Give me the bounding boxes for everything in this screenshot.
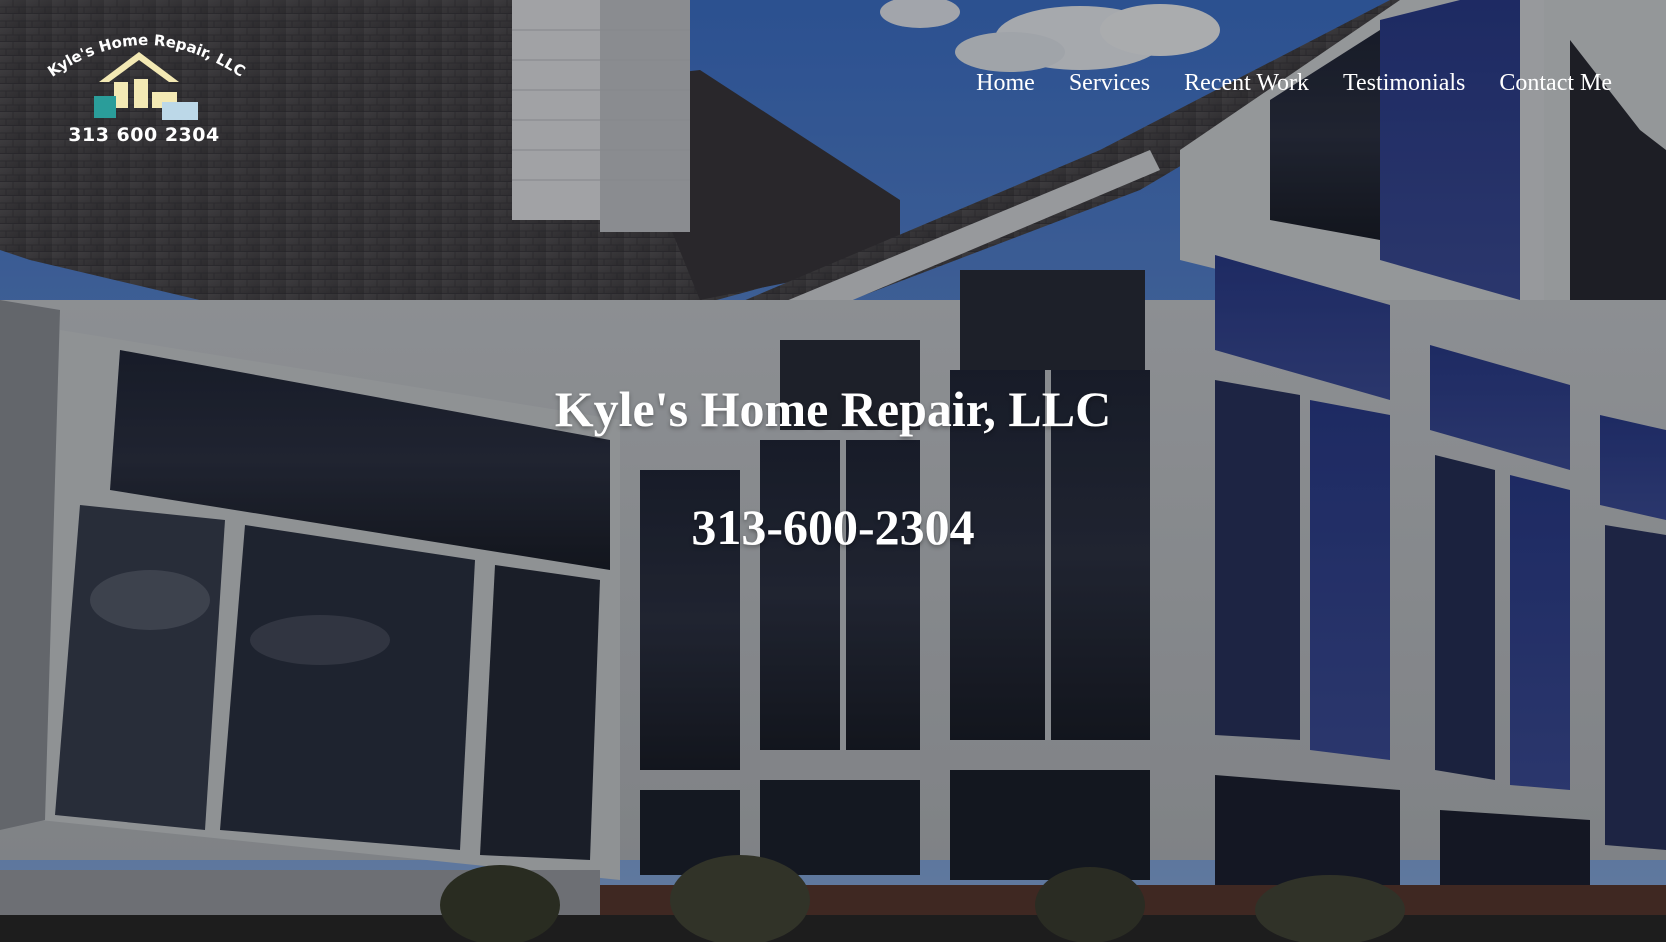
logo-arc-text: Kyle's Home Repair, LLC xyxy=(44,31,248,81)
main-nav: Home Services Recent Work Testimonials C… xyxy=(959,70,1612,97)
logo-mark: Kyle's Home Repair, LLC xyxy=(44,31,248,120)
company-logo[interactable]: Kyle's Home Repair, LLC 313 600 2304 xyxy=(44,24,254,154)
hero-section: Kyle's Home Repair, LLC 313 600 2304 Hom… xyxy=(0,0,1666,942)
nav-home[interactable]: Home xyxy=(959,70,1052,97)
logo-phone: 313 600 2304 xyxy=(68,124,220,146)
nav-recent-work[interactable]: Recent Work xyxy=(1167,70,1326,97)
hero-phone[interactable]: 313-600-2304 xyxy=(0,498,1666,556)
nav-testimonials[interactable]: Testimonials xyxy=(1326,70,1482,97)
nav-contact-me[interactable]: Contact Me xyxy=(1482,70,1612,97)
hero-title: Kyle's Home Repair, LLC xyxy=(554,381,1112,437)
nav-services[interactable]: Services xyxy=(1052,70,1167,97)
